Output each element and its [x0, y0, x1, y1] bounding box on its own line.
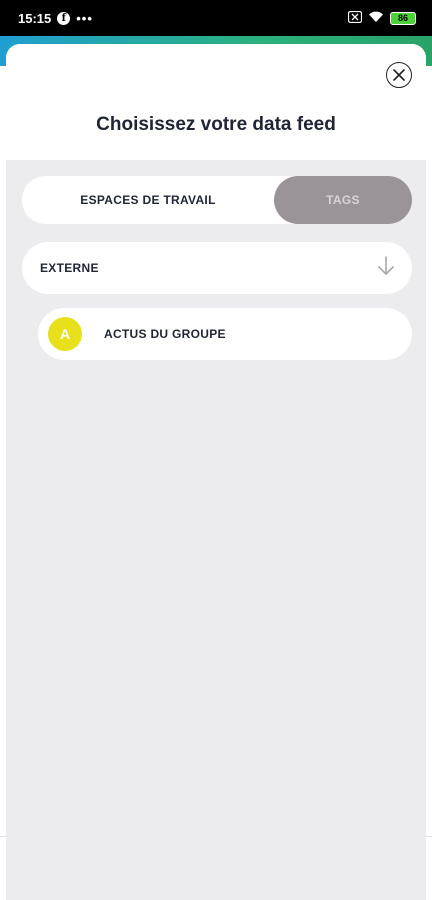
wifi-icon [368, 11, 384, 26]
workspace-group-dropdown[interactable]: EXTERNE [22, 242, 412, 294]
list-item[interactable]: A ACTUS DU GROUPE [38, 308, 412, 360]
list-item-label: ACTUS DU GROUPE [104, 327, 226, 341]
more-notifications-icon: ••• [76, 10, 93, 26]
status-time: 15:15 [18, 10, 52, 26]
feed-type-toggle: ESPACES DE TRAVAIL TAGS [22, 176, 412, 224]
data-feed-sheet: Choisissez votre data feed ESPACES DE TR… [6, 44, 426, 900]
close-button[interactable] [386, 62, 412, 88]
tab-tags[interactable]: TAGS [274, 176, 412, 224]
status-bar-left: 15:15 f ••• [18, 11, 93, 26]
tab-workspaces[interactable]: ESPACES DE TRAVAIL [22, 176, 274, 224]
status-bar: 15:15 f ••• 86 [0, 0, 432, 36]
battery-icon: 86 [390, 11, 416, 25]
facebook-icon: f [57, 11, 71, 25]
status-bar-right: 86 [347, 10, 416, 26]
dropdown-label: EXTERNE [40, 261, 99, 275]
close-icon [393, 69, 405, 81]
sheet-title: Choisissez votre data feed [96, 114, 336, 135]
sim-icon [347, 10, 363, 26]
sheet-header: Choisissez votre data feed [6, 44, 426, 160]
arrow-down-icon [376, 255, 396, 282]
avatar: A [48, 317, 82, 351]
